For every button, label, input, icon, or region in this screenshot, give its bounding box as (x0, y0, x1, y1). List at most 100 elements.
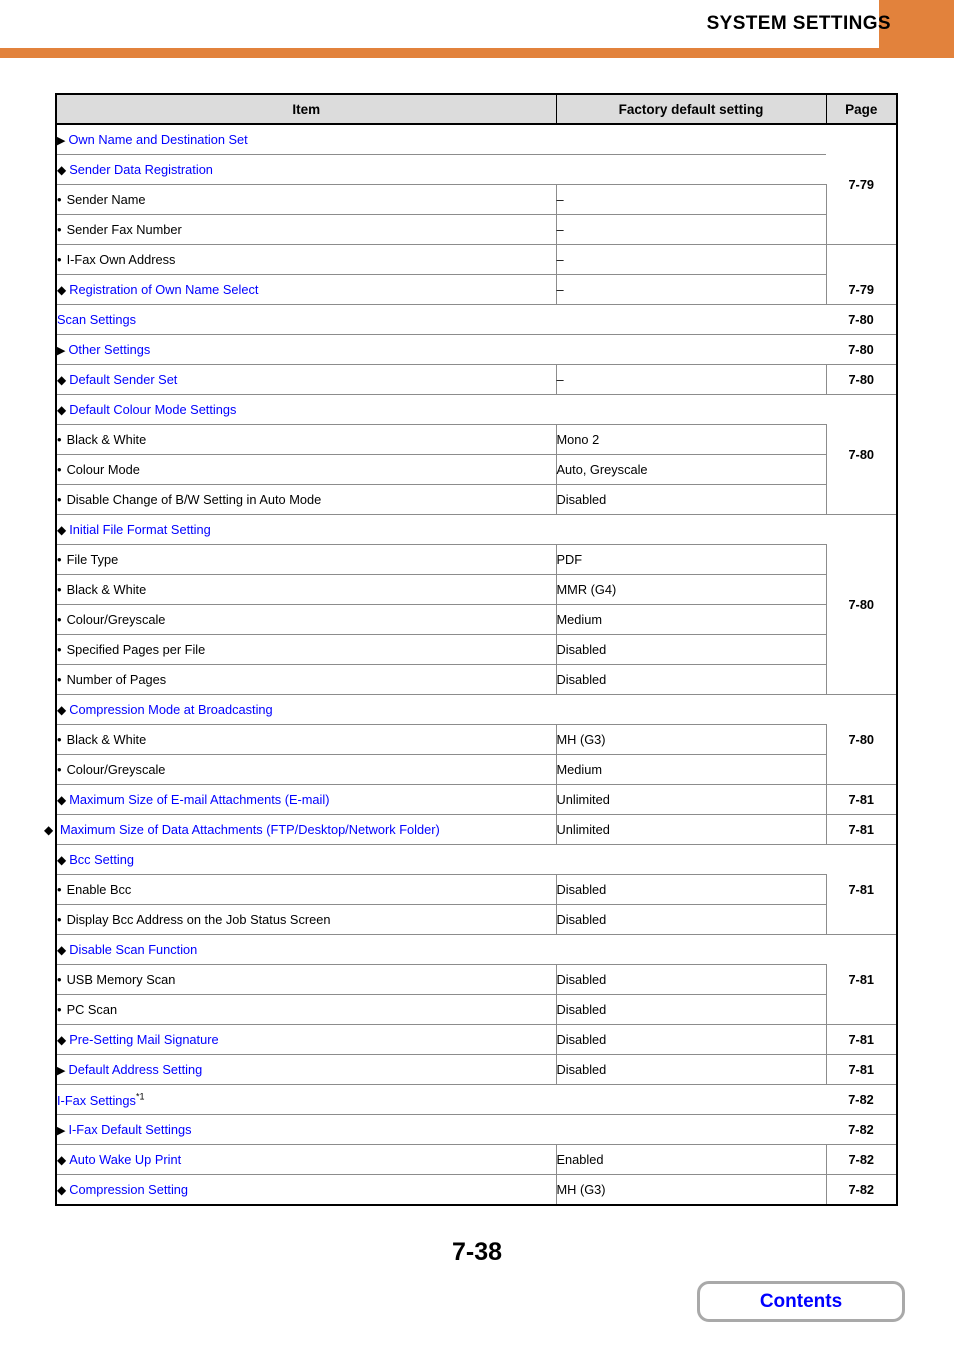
cell-item: ◆ Compression Setting (56, 1174, 557, 1205)
cell-page-link[interactable]: 7-81 (826, 784, 897, 815)
table-row: ◆ Auto Wake Up Print Enabled 7-82 (56, 1144, 897, 1175)
cell-default-value: Disabled (556, 874, 827, 905)
cell-item: ◆ Disable Scan Function (56, 934, 826, 965)
cell-page-link[interactable]: 7-80 (826, 304, 897, 335)
page-header: SYSTEM SETTINGS (0, 0, 954, 58)
item-link[interactable]: Bcc Setting (69, 852, 134, 867)
cell-item: ◆ Maximum Size of Data Attachments (FTP/D… (44, 814, 557, 845)
diamond-marker-icon: ◆ (57, 163, 67, 177)
item-label: File Type (66, 552, 119, 567)
table-row: • Disable Change of B/W Setting in Auto M… (56, 484, 897, 515)
item-label: Sender Name (66, 192, 146, 207)
table-row: ◆ Maximum Size of Data Attachments (FTP/D… (44, 814, 897, 845)
table-row: • PC Scan Disabled (56, 994, 897, 1025)
cell-page-link[interactable]: 7-80 (826, 364, 897, 395)
table-row: ▶ Other Settings 7-80 (56, 334, 897, 365)
cell-page-link[interactable]: 7-81 (826, 934, 897, 1025)
cell-default-value: Unlimited (556, 784, 827, 815)
cell-default-value: Enabled (556, 1144, 827, 1175)
diamond-marker-icon: ◆ (57, 1033, 67, 1047)
table-row: • Sender Fax Number – (56, 214, 897, 245)
cell-default-value: Auto, Greyscale (556, 454, 827, 485)
cell-page-link[interactable]: 7-82 (826, 1144, 897, 1175)
diamond-marker-icon: ◆ (57, 793, 67, 807)
item-link[interactable]: Compression Setting (69, 1182, 188, 1197)
item-link[interactable]: Other Settings (68, 342, 150, 357)
table-row: • Black & White Mono 2 (56, 424, 897, 455)
item-link[interactable]: Scan Settings (57, 312, 136, 327)
diamond-marker-icon: ◆ (57, 283, 67, 297)
cell-page-link[interactable]: 7-81 (826, 1054, 897, 1085)
item-link[interactable]: I-Fax Default Settings (68, 1122, 191, 1137)
cell-page-link[interactable]: 7-81 (826, 814, 897, 845)
cell-default-value: Disabled (556, 634, 827, 665)
bullet-marker-icon: • (57, 912, 62, 927)
cell-default-value: – (556, 184, 827, 215)
item-link[interactable]: Compression Mode at Broadcasting (69, 702, 272, 717)
table-row: ◆ Default Colour Mode Settings 7-80 (56, 394, 897, 515)
bullet-marker-icon: • (57, 582, 62, 597)
bullet-marker-icon: • (57, 672, 62, 687)
item-link[interactable]: Auto Wake Up Print (69, 1152, 181, 1167)
item-link[interactable]: Maximum Size of Data Attachments (FTP/De… (60, 822, 440, 837)
table-row: ◆ Default Sender Set –7-80 (56, 364, 897, 395)
item-link[interactable]: Registration of Own Name Select (69, 282, 258, 297)
bullet-marker-icon: • (57, 972, 62, 987)
item-link[interactable]: Maximum Size of E-mail Attachments (E-ma… (69, 792, 329, 807)
bullet-marker-icon: • (57, 1002, 62, 1017)
cell-page-link[interactable]: 7-80 (826, 334, 897, 365)
triangle-marker-icon: ▶ (57, 345, 66, 357)
cell-page-link[interactable]: 7-79 (826, 274, 897, 305)
item-link[interactable]: Pre-Setting Mail Signature (69, 1032, 218, 1047)
item-link[interactable]: Default Sender Set (69, 372, 177, 387)
cell-page-link[interactable]: 7-82 (826, 1084, 897, 1115)
cell-item: ▶ Other Settings (56, 334, 826, 365)
item-link[interactable]: Sender Data Registration (69, 162, 213, 177)
cell-page-link[interactable]: 7-81 (826, 1024, 897, 1055)
bullet-marker-icon: • (57, 222, 62, 237)
item-label: Disable Change of B/W Setting in Auto Mo… (66, 492, 322, 507)
cell-item: • USB Memory Scan (56, 964, 557, 995)
item-link[interactable]: Default Address Setting (68, 1062, 202, 1077)
bullet-marker-icon: • (57, 552, 62, 567)
item-link[interactable]: I-Fax Settings (57, 1093, 136, 1108)
item-label: USB Memory Scan (66, 972, 176, 987)
contents-button[interactable]: Contents (697, 1281, 905, 1322)
cell-page-link[interactable]: 7-79 (826, 124, 897, 245)
item-label: Display Bcc Address on the Job Status Sc… (66, 912, 331, 927)
cell-item: ▶ Own Name and Destination Set (56, 124, 826, 155)
cell-item: Scan Settings (56, 304, 826, 335)
table-row: ◆ Compression Mode at Broadcasting 7-80 (56, 694, 897, 785)
item-label: Colour/Greyscale (66, 762, 166, 777)
cell-item: • File Type (56, 544, 557, 575)
item-link[interactable]: Disable Scan Function (69, 942, 197, 957)
triangle-marker-icon: ▶ (57, 1065, 66, 1077)
cell-default-value: Disabled (556, 484, 827, 515)
cell-page-link[interactable]: 7-80 (826, 394, 897, 515)
item-label: Specified Pages per File (66, 642, 206, 657)
cell-default-value: Disabled (556, 664, 827, 695)
bullet-marker-icon: • (57, 492, 62, 507)
table-header-row: Item Factory default setting Page (56, 94, 897, 125)
item-label: Number of Pages (66, 672, 167, 687)
table-row: • Number of Pages Disabled (56, 664, 897, 695)
cell-default-value: Disabled (556, 904, 827, 935)
item-label: Black & White (66, 732, 147, 747)
cell-page-link[interactable]: 7-82 (826, 1114, 897, 1145)
cell-item: • Specified Pages per File (56, 634, 557, 665)
item-link[interactable]: Initial File Format Setting (69, 522, 211, 537)
cell-page-link[interactable]: 7-80 (826, 514, 897, 695)
cell-page-link[interactable]: 7-81 (826, 844, 897, 935)
cell-default-value: Disabled (556, 994, 827, 1025)
settings-table: Item Factory default setting Page ▶ Own N… (44, 93, 898, 1206)
cell-item: ◆ Default Colour Mode Settings (56, 394, 826, 425)
item-label: Colour Mode (66, 462, 140, 477)
diamond-marker-icon: ◆ (57, 1183, 67, 1197)
cell-page-link[interactable]: 7-82 (826, 1174, 897, 1205)
table-row: • Sender Name – (56, 184, 897, 215)
item-link[interactable]: Own Name and Destination Set (68, 132, 247, 147)
cell-page-link[interactable]: 7-80 (826, 694, 897, 785)
cell-item: ◆ Compression Mode at Broadcasting (56, 694, 826, 725)
cell-item: • Disable Change of B/W Setting in Auto M… (56, 484, 557, 515)
item-link[interactable]: Default Colour Mode Settings (69, 402, 236, 417)
